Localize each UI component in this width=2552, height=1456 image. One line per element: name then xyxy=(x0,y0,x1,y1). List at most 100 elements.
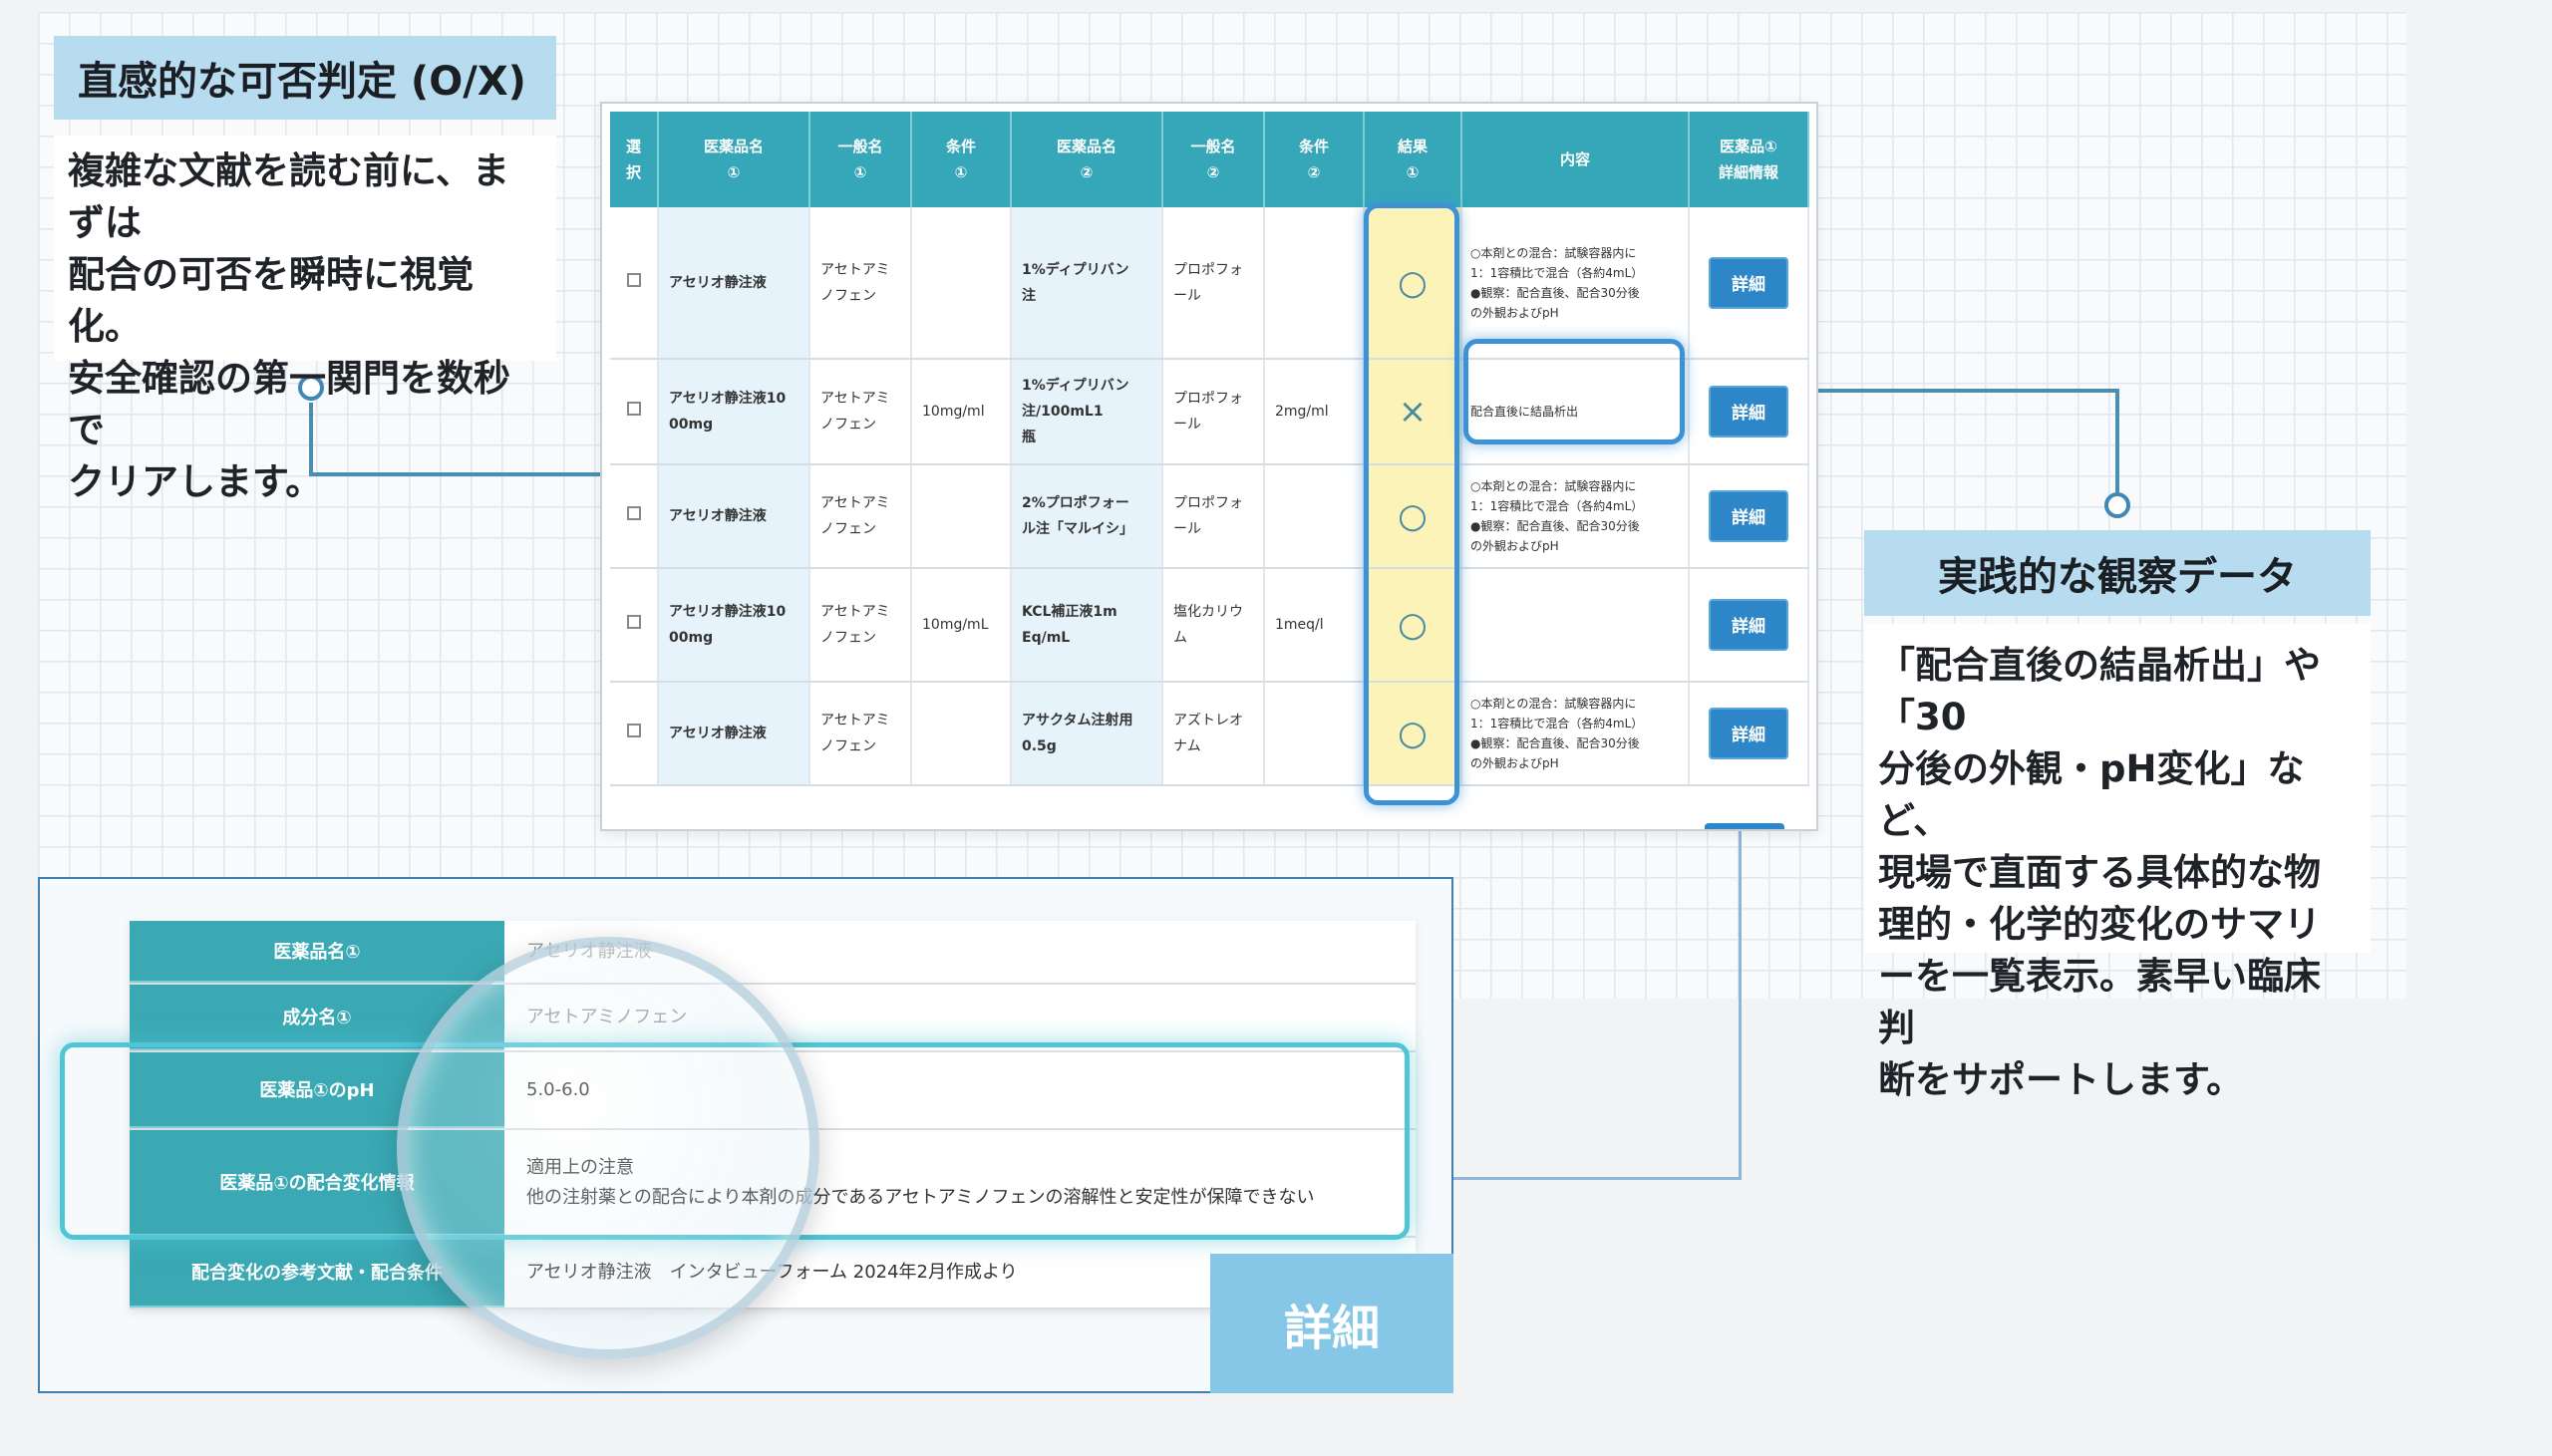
column-header: 医薬品① 詳細情報 xyxy=(1689,112,1809,207)
connector-right-dot xyxy=(2104,492,2130,518)
table-row: アセリオ静注液 アセトアミ ノフェン アサクタム注射用 0.5g アズトレオ ナム ○ ○… xyxy=(610,682,1809,786)
column-header-sublabel: ① xyxy=(727,163,741,181)
drug2-name-cell: 1%ディプリバン 注/100mL1 瓶 xyxy=(1011,359,1163,465)
column-header-label: 内容 xyxy=(1559,150,1590,168)
drug2-name-cell: 1%ディプリバン 注 xyxy=(1011,207,1163,360)
detail-tag: 詳細 xyxy=(1210,1254,1453,1393)
column-header-label: 条件 xyxy=(1298,138,1329,155)
detail-row: 医薬品名①アセリオ静注液 xyxy=(130,921,1416,985)
condition1-cell xyxy=(911,682,1012,786)
column-header-label: 医薬品名 xyxy=(703,138,764,155)
drug1-name-cell: アセリオ静注液 xyxy=(658,464,810,569)
column-header-sublabel: 択 xyxy=(625,163,641,181)
detail-button-cell: 詳細 xyxy=(1689,207,1809,360)
right-callout-body: 「配合直後の結晶析出」や「30 分後の外観・pH変化」など、 現場で直面する具体… xyxy=(1864,624,2371,1101)
column-header-label: 条件 xyxy=(945,138,976,155)
row-select-checkbox[interactable] xyxy=(610,568,659,683)
content-cell: ○本剤との混合：試験容器内に 1：1容積比で混合（各約4mL） ●観察：配合直後… xyxy=(1461,207,1690,360)
left-callout-body: 複雑な文献を読む前に、まずは 配合の可否を瞬時に視覚化。 安全確認の第一関門を数… xyxy=(54,136,556,503)
table-row: アセリオ静注液 アセトアミ ノフェン 2%プロポフォー ル注「マルイシ」 プロポフォ … xyxy=(610,464,1809,569)
content-cell: ○本剤との混合：試験容器内に 1：1容積比で混合（各約4mL） ●観察：配合直後… xyxy=(1461,464,1690,569)
column-header: 一般名 ① xyxy=(809,112,912,207)
drug2-name-cell: 2%プロポフォー ル注「マルイシ」 xyxy=(1011,464,1163,569)
column-header: 医薬品名 ① xyxy=(658,112,810,207)
checkbox-icon[interactable] xyxy=(626,272,641,287)
column-header-label: 選 xyxy=(625,138,641,155)
detail-button-cell: 詳細 xyxy=(1689,682,1809,786)
condition2-cell xyxy=(1264,464,1365,569)
detail-button-cell: 詳細 xyxy=(1689,464,1809,569)
drug2-name-cell: アサクタム注射用 0.5g xyxy=(1011,682,1163,786)
generic1-name-cell: アセトアミ ノフェン xyxy=(809,464,912,569)
row-select-checkbox[interactable] xyxy=(610,682,659,786)
generic1-name-cell: アセトアミ ノフェン xyxy=(809,359,912,465)
checkbox-icon[interactable] xyxy=(626,615,641,629)
checkbox-icon[interactable] xyxy=(626,402,641,416)
column-header-label: 医薬品① xyxy=(1720,138,1777,155)
row-select-checkbox[interactable] xyxy=(610,207,659,360)
column-header-sublabel: ② xyxy=(1080,163,1094,181)
condition2-cell xyxy=(1264,682,1365,786)
column-header: 条件 ① xyxy=(911,112,1012,207)
checkbox-icon[interactable] xyxy=(626,506,641,520)
generic2-name-cell: プロポフォ ール xyxy=(1162,207,1265,360)
content-cell-highlight xyxy=(1463,339,1685,444)
detail-row-label: 医薬品名① xyxy=(130,921,504,983)
table-header-row: 選択 医薬品名 ① 一般名 ① 条件 ① 医薬品名 ② 一般名 ② 条件 ② 結果 ① 内容 医薬品① 詳細情報 xyxy=(610,112,1809,207)
column-header: 医薬品名 ② xyxy=(1011,112,1163,207)
detail-button[interactable]: 詳細 xyxy=(1709,256,1788,309)
column-header: 結果 ① xyxy=(1364,112,1462,207)
column-header-sublabel: 詳細情報 xyxy=(1718,163,1778,181)
generic2-name-cell: 塩化カリウ ム xyxy=(1162,568,1265,683)
result-column-highlight xyxy=(1364,203,1459,805)
compatibility-table-card: 選択医薬品名 ① 一般名 ① 条件 ① 医薬品名 ② 一般名 ② 条件 ② 結果 ① 内容 医薬品① 詳細情報 … xyxy=(600,102,1818,831)
column-header-sublabel: ② xyxy=(1206,163,1220,181)
column-header-sublabel: ① xyxy=(853,163,867,181)
magnifier-lens xyxy=(397,937,819,1359)
column-header-label: 一般名 xyxy=(837,138,883,155)
content-cell: ○本剤との混合：試験容器内に 1：1容積比で混合（各約4mL） ●観察：配合直後… xyxy=(1461,682,1690,786)
table-row: アセリオ静注液10 00mg アセトアミ ノフェン 10mg/mL KCL補正液1m … xyxy=(610,568,1809,683)
generic1-name-cell: アセトアミ ノフェン xyxy=(809,207,912,360)
row-select-checkbox[interactable] xyxy=(610,359,659,465)
drug2-name-cell: KCL補正液1m Eq/mL xyxy=(1011,568,1163,683)
generic2-name-cell: プロポフォ ール xyxy=(1162,359,1265,465)
generic2-name-cell: プロポフォ ール xyxy=(1162,464,1265,569)
condition2-cell: 1meq/l xyxy=(1264,568,1365,683)
drug1-name-cell: アセリオ静注液 xyxy=(658,207,810,360)
drug1-name-cell: アセリオ静注液10 00mg xyxy=(658,568,810,683)
connector-detail-horizontal xyxy=(1451,1177,1742,1180)
generic1-name-cell: アセトアミ ノフェン xyxy=(809,568,912,683)
condition2-cell: 2mg/ml xyxy=(1264,359,1365,465)
condition1-cell xyxy=(911,207,1012,360)
column-header-sublabel: ① xyxy=(954,163,968,181)
column-header-sublabel: ① xyxy=(1406,163,1420,181)
detail-button-cell: 詳細 xyxy=(1689,359,1809,465)
column-header: 一般名 ② xyxy=(1162,112,1265,207)
compatibility-table: 選択医薬品名 ① 一般名 ① 条件 ① 医薬品名 ② 一般名 ② 条件 ② 結果 ① 内容 医薬品① 詳細情報 … xyxy=(610,112,1809,786)
condition1-cell: 10mg/mL xyxy=(911,568,1012,683)
drug1-name-cell: アセリオ静注液10 00mg xyxy=(658,359,810,465)
right-callout-title: 実践的な観察データ xyxy=(1864,530,2371,616)
detail-button[interactable]: 詳細 xyxy=(1709,386,1788,437)
generic1-name-cell: アセトアミ ノフェン xyxy=(809,682,912,786)
detail-button[interactable]: 詳細 xyxy=(1709,599,1788,651)
next-row-detail-button-edge xyxy=(1705,823,1784,829)
generic2-name-cell: アズトレオ ナム xyxy=(1162,682,1265,786)
left-callout-title: 直感的な可否判定 (O/X) xyxy=(54,36,556,120)
row-select-checkbox[interactable] xyxy=(610,464,659,569)
detail-button[interactable]: 詳細 xyxy=(1709,708,1788,759)
condition1-cell xyxy=(911,464,1012,569)
column-header-label: 結果 xyxy=(1397,138,1428,155)
column-header-label: 医薬品名 xyxy=(1056,138,1116,155)
condition2-cell xyxy=(1264,207,1365,360)
connector-right-vertical xyxy=(2115,389,2119,500)
content-cell xyxy=(1461,568,1690,683)
column-header: 選択 xyxy=(610,112,659,207)
infographic-stage: 直感的な可否判定 (O/X) 複雑な文献を読む前に、まずは 配合の可否を瞬時に視… xyxy=(0,0,2552,1456)
detail-button-cell: 詳細 xyxy=(1689,568,1809,683)
checkbox-icon[interactable] xyxy=(626,724,641,737)
condition1-cell: 10mg/ml xyxy=(911,359,1012,465)
detail-button[interactable]: 詳細 xyxy=(1709,490,1788,542)
column-header: 内容 xyxy=(1461,112,1690,207)
